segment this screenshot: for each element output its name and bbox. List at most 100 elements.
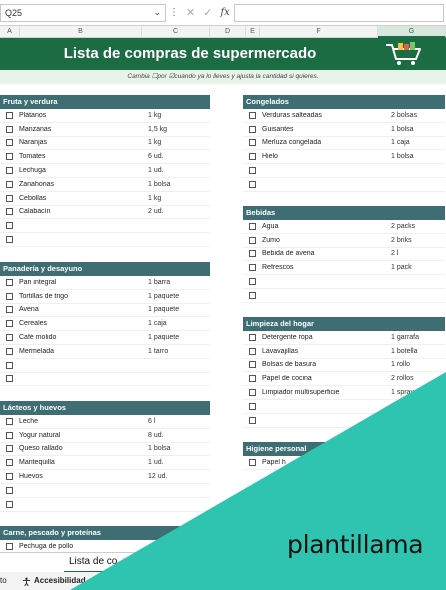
item-quantity[interactable]: 1 bolsa bbox=[148, 445, 171, 452]
item-quantity[interactable]: 6 l bbox=[148, 418, 155, 425]
item-name[interactable]: Lavavajillas bbox=[262, 348, 391, 355]
item-checkbox[interactable] bbox=[249, 125, 256, 133]
item-name[interactable]: Zanahorias bbox=[19, 181, 148, 188]
item-quantity[interactable]: 1,5 kg bbox=[148, 126, 167, 133]
item-checkbox[interactable] bbox=[249, 333, 256, 341]
item-checkbox[interactable] bbox=[6, 320, 13, 328]
item-checkbox[interactable] bbox=[249, 458, 256, 466]
item-name[interactable]: Zumo bbox=[262, 237, 391, 244]
sheet-tab[interactable]: Lista de co bbox=[64, 553, 174, 573]
item-checkbox[interactable] bbox=[6, 180, 13, 188]
item-name[interactable]: Queso rallado bbox=[19, 445, 148, 452]
item-quantity[interactable]: 2 ud. bbox=[148, 208, 164, 215]
item-quantity[interactable]: 1 kg bbox=[148, 195, 161, 202]
accessibility-button[interactable]: Accesibilidad bbox=[22, 572, 86, 590]
item-name[interactable]: Papel h bbox=[262, 459, 391, 466]
item-quantity[interactable]: 1 ud. bbox=[148, 167, 164, 174]
item-quantity[interactable]: 1 bolsa bbox=[148, 181, 171, 188]
item-checkbox[interactable] bbox=[249, 167, 256, 175]
item-name[interactable]: Café molido bbox=[19, 334, 148, 341]
item-checkbox[interactable] bbox=[249, 402, 256, 410]
item-quantity[interactable]: 2 bolsas bbox=[391, 112, 417, 119]
item-checkbox[interactable] bbox=[6, 194, 13, 202]
confirm-icon[interactable]: ✓ bbox=[203, 6, 212, 19]
item-quantity[interactable]: 1 pack bbox=[391, 264, 412, 271]
item-checkbox[interactable] bbox=[249, 389, 256, 397]
cancel-icon[interactable]: ✕ bbox=[186, 6, 195, 19]
item-checkbox[interactable] bbox=[6, 111, 13, 119]
item-name[interactable]: Cereales bbox=[19, 320, 148, 327]
item-quantity[interactable]: 1 bolsa bbox=[391, 153, 414, 160]
item-name[interactable]: Plátanos bbox=[19, 112, 148, 119]
item-quantity[interactable]: 1 ud. bbox=[148, 459, 164, 466]
item-checkbox[interactable] bbox=[6, 208, 13, 216]
item-checkbox[interactable] bbox=[249, 361, 256, 369]
item-quantity[interactable]: 1 garrafa bbox=[391, 334, 419, 341]
item-quantity[interactable]: 6 ud. bbox=[148, 153, 164, 160]
item-checkbox[interactable] bbox=[249, 222, 256, 230]
item-quantity[interactable]: 1 paquete bbox=[148, 293, 179, 300]
column-header-c[interactable]: C bbox=[142, 26, 210, 38]
item-quantity[interactable]: 8 ud. bbox=[148, 432, 164, 439]
item-checkbox[interactable] bbox=[6, 347, 13, 355]
item-checkbox[interactable] bbox=[6, 278, 13, 286]
item-name[interactable]: Refrescos bbox=[262, 264, 391, 271]
more-options-icon[interactable]: ⋮ bbox=[169, 7, 179, 18]
item-quantity[interactable]: 1 paquete bbox=[148, 306, 179, 313]
chevron-down-icon[interactable]: ⌄ bbox=[153, 7, 161, 18]
item-name[interactable]: Cebollas bbox=[19, 195, 148, 202]
item-name[interactable]: Avena bbox=[19, 306, 148, 313]
item-name[interactable]: Tortillas de trigo bbox=[19, 293, 148, 300]
item-name[interactable]: Merluza congelada bbox=[262, 139, 391, 146]
item-checkbox[interactable] bbox=[6, 292, 13, 300]
item-checkbox[interactable] bbox=[6, 473, 13, 481]
item-quantity[interactable]: 2 rollos bbox=[391, 375, 414, 382]
item-name[interactable]: Bebida de avena bbox=[262, 250, 391, 257]
item-name[interactable]: Pan integral bbox=[19, 279, 148, 286]
item-quantity[interactable]: 1 caja bbox=[391, 139, 410, 146]
item-quantity[interactable]: 2 packs bbox=[391, 223, 415, 230]
item-name[interactable]: Naranjas bbox=[19, 139, 148, 146]
item-name[interactable]: Mermelada bbox=[19, 348, 148, 355]
item-name[interactable]: Manzanas bbox=[19, 126, 148, 133]
item-quantity[interactable]: 1 caja bbox=[148, 320, 167, 327]
column-header-f[interactable]: F bbox=[260, 26, 378, 38]
item-checkbox[interactable] bbox=[249, 180, 256, 188]
item-quantity[interactable]: 1 tarro bbox=[148, 348, 168, 355]
column-header-b[interactable]: B bbox=[20, 26, 142, 38]
item-checkbox[interactable] bbox=[249, 111, 256, 119]
item-checkbox[interactable] bbox=[6, 222, 13, 230]
item-name[interactable]: Guisantes bbox=[262, 126, 391, 133]
item-checkbox[interactable] bbox=[249, 375, 256, 383]
item-name[interactable]: Yogur natural bbox=[19, 432, 148, 439]
column-header-a[interactable]: A bbox=[0, 26, 20, 38]
item-checkbox[interactable] bbox=[6, 459, 13, 467]
item-quantity[interactable]: 1 bolsa bbox=[391, 126, 414, 133]
item-name[interactable]: Agua bbox=[262, 223, 391, 230]
item-name[interactable]: Mantequilla bbox=[19, 459, 148, 466]
item-quantity[interactable]: 1 spray bbox=[391, 389, 414, 396]
item-name[interactable]: Hielo bbox=[262, 153, 391, 160]
item-name[interactable]: Huevos bbox=[19, 473, 148, 480]
item-quantity[interactable]: 2 l bbox=[391, 250, 398, 257]
insert-function-icon[interactable]: fx bbox=[220, 7, 229, 18]
item-checkbox[interactable] bbox=[6, 334, 13, 342]
item-name[interactable]: Pechuga de pollo bbox=[19, 543, 148, 550]
item-quantity[interactable]: 1 paquete bbox=[148, 334, 179, 341]
item-checkbox[interactable] bbox=[6, 236, 13, 244]
item-checkbox[interactable] bbox=[6, 306, 13, 314]
item-checkbox[interactable] bbox=[249, 278, 256, 286]
item-checkbox[interactable] bbox=[6, 125, 13, 133]
item-quantity[interactable]: 1 botella bbox=[391, 348, 417, 355]
item-checkbox[interactable] bbox=[249, 416, 256, 424]
formula-input[interactable] bbox=[233, 3, 444, 22]
item-checkbox[interactable] bbox=[6, 375, 13, 383]
item-quantity[interactable]: 1 barra bbox=[148, 279, 170, 286]
item-checkbox[interactable] bbox=[249, 250, 256, 258]
item-checkbox[interactable] bbox=[6, 417, 13, 425]
item-quantity[interactable]: 1 rollo bbox=[391, 361, 410, 368]
item-name[interactable]: Tomates bbox=[19, 153, 148, 160]
item-checkbox[interactable] bbox=[6, 361, 13, 369]
item-checkbox[interactable] bbox=[249, 264, 256, 272]
item-name[interactable]: Leche bbox=[19, 418, 148, 425]
